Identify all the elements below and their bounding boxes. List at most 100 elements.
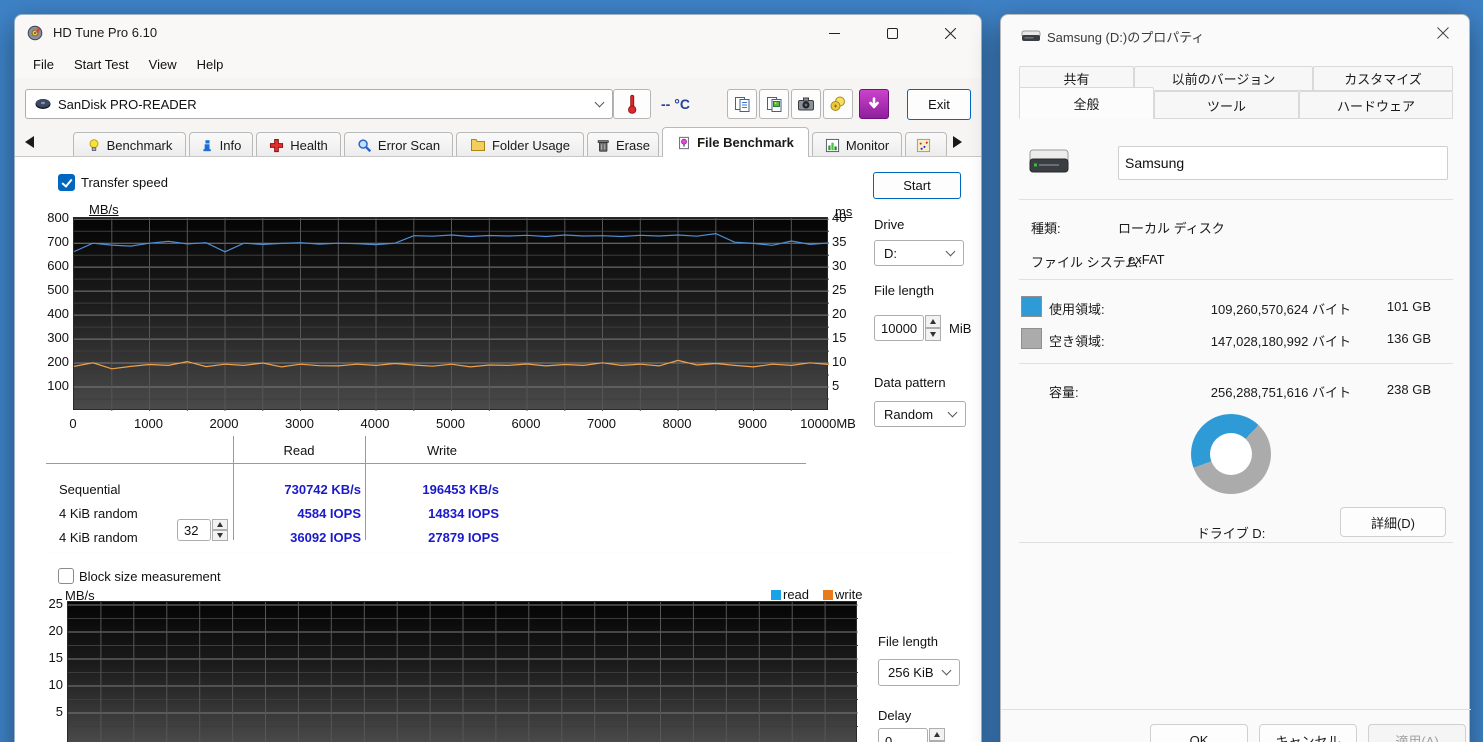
data-pattern-label: Data pattern — [874, 375, 946, 390]
free-space-swatch — [1021, 328, 1042, 349]
axis-tick-label: 800 — [15, 210, 69, 226]
tab-monitor[interactable]: Monitor — [812, 132, 902, 157]
axis-tick-label: 25 — [832, 282, 846, 298]
axis-tick-label: 0 — [43, 416, 103, 432]
device-select-value: SanDisk PRO-READER — [58, 97, 197, 112]
file-length2-select[interactable]: 256 KiB — [878, 659, 960, 686]
menu-help[interactable]: Help — [187, 53, 234, 76]
export-button[interactable] — [859, 89, 889, 119]
write-column-header: Write — [371, 443, 513, 458]
tab-customize[interactable]: カスタマイズ — [1313, 66, 1453, 91]
axis-tick-label: 500 — [15, 282, 69, 298]
file-length-spin-down[interactable] — [925, 328, 941, 341]
axis-tick-label: 40 — [832, 210, 846, 226]
apply-button[interactable]: 適用(A) — [1368, 724, 1466, 742]
menu-file[interactable]: File — [23, 53, 64, 76]
random-read-value: 4584 IOPS — [215, 506, 361, 521]
copy-image-button[interactable] — [759, 89, 789, 119]
axis-tick-label: 300 — [15, 330, 69, 346]
used-space-label: 使用領域: — [1049, 299, 1105, 318]
row-sequential-label: Sequential — [59, 482, 120, 497]
start-button[interactable]: Start — [873, 172, 961, 199]
folder-icon — [470, 138, 486, 152]
screenshot-button[interactable] — [791, 89, 821, 119]
device-select[interactable]: SanDisk PRO-READER — [25, 89, 613, 119]
axis-tick-label: 400 — [15, 306, 69, 322]
read-column-header: Read — [233, 443, 365, 458]
capacity-label: 容量: — [1049, 382, 1079, 401]
free-space-label: 空き領域: — [1049, 331, 1105, 350]
hdtune-app-icon — [27, 25, 43, 46]
axis-tick-label: 2000 — [194, 416, 254, 432]
menu-view[interactable]: View — [139, 53, 187, 76]
chevron-down-icon — [595, 97, 605, 107]
file-benchmark-page: Transfer speed Start MB/s ms 80070060050… — [15, 156, 981, 742]
info-icon — [201, 138, 214, 153]
queue-depth-spin-up[interactable] — [212, 519, 228, 530]
magnifier-icon — [357, 138, 372, 153]
trash-icon — [596, 138, 610, 153]
block-size-chart — [67, 601, 857, 742]
block-size-label: Block size measurement — [79, 569, 221, 584]
used-space-swatch — [1021, 296, 1042, 317]
filesystem-value: exFAT — [1128, 252, 1165, 267]
tab-folder-usage[interactable]: Folder Usage — [456, 132, 584, 157]
props-close-button[interactable] — [1423, 17, 1463, 49]
desktop: { "colors": { "desktop": "#3E82C6", "acc… — [0, 0, 1483, 742]
file-length-input[interactable] — [874, 315, 924, 341]
volume-name-input[interactable] — [1118, 146, 1448, 180]
random-write-value: 14834 IOPS — [365, 506, 499, 521]
block-size-checkbox[interactable] — [58, 568, 74, 584]
maximize-button[interactable] — [869, 15, 915, 51]
free-space-bytes: 147,028,180,992 バイト — [1211, 331, 1351, 350]
delay-spin-up[interactable] — [929, 728, 945, 741]
props-titlebar[interactable]: Samsung (D:)のプロパティ — [1001, 15, 1469, 53]
transfer-speed-checkbox[interactable] — [58, 174, 75, 191]
section-divider — [46, 552, 956, 553]
details-button[interactable]: 詳細(D) — [1340, 507, 1446, 537]
tab-hardware[interactable]: ハードウェア — [1299, 91, 1453, 119]
delay-input[interactable] — [878, 728, 928, 742]
tab-benchmark[interactable]: Benchmark — [73, 132, 186, 157]
file-benchmark-icon — [677, 135, 691, 151]
axis-tick-label: 20 — [15, 623, 63, 639]
minimize-button[interactable] — [811, 15, 857, 51]
free-space-size: 136 GB — [1387, 331, 1431, 346]
tab-scroll-right-icon[interactable] — [953, 136, 962, 148]
file-length-spin-up[interactable] — [925, 315, 941, 328]
tab-scroll-left-icon[interactable] — [25, 136, 34, 148]
tab-random-access[interactable] — [905, 132, 947, 157]
divider — [1019, 363, 1453, 364]
menu-start-test[interactable]: Start Test — [64, 53, 139, 76]
random-qd-write-value: 27879 IOPS — [365, 530, 499, 545]
axis-tick-label: 30 — [832, 258, 846, 274]
close-button[interactable] — [927, 15, 973, 51]
tab-info[interactable]: Info — [189, 132, 253, 157]
coins-icon — [829, 95, 847, 113]
file-length-unit: MiB — [949, 321, 971, 336]
thermometer-icon — [625, 92, 639, 116]
cancel-button[interactable]: キャンセル — [1259, 724, 1357, 742]
save-results-button[interactable] — [823, 89, 853, 119]
queue-depth-input[interactable] — [177, 519, 211, 541]
row-4kib-random-label: 4 KiB random — [59, 506, 138, 521]
tab-erase[interactable]: Erase — [587, 132, 659, 157]
file-length2-label: File length — [878, 634, 938, 649]
axis-tick-label: 5 — [15, 704, 63, 720]
ok-button[interactable]: OK — [1150, 724, 1248, 742]
tab-previous-versions[interactable]: 以前のバージョン — [1134, 66, 1313, 91]
copy-report-button[interactable] — [727, 89, 757, 119]
tab-tools[interactable]: ツール — [1154, 91, 1299, 119]
axis-tick-label: 25 — [15, 596, 63, 612]
exit-button[interactable]: Exit — [907, 89, 971, 120]
temperature-readout: -- °C — [661, 96, 690, 112]
hdtune-titlebar[interactable]: HD Tune Pro 6.10 — [15, 15, 981, 51]
drive-select[interactable]: D: — [874, 240, 964, 266]
data-pattern-select[interactable]: Random — [874, 401, 966, 427]
tab-error-scan[interactable]: Error Scan — [344, 132, 453, 157]
tab-health[interactable]: Health — [256, 132, 341, 157]
tab-general[interactable]: 全般 — [1019, 87, 1154, 119]
tab-file-benchmark[interactable]: File Benchmark — [662, 127, 809, 157]
type-label: 種類: — [1031, 218, 1061, 237]
temperature-button[interactable] — [613, 89, 651, 119]
